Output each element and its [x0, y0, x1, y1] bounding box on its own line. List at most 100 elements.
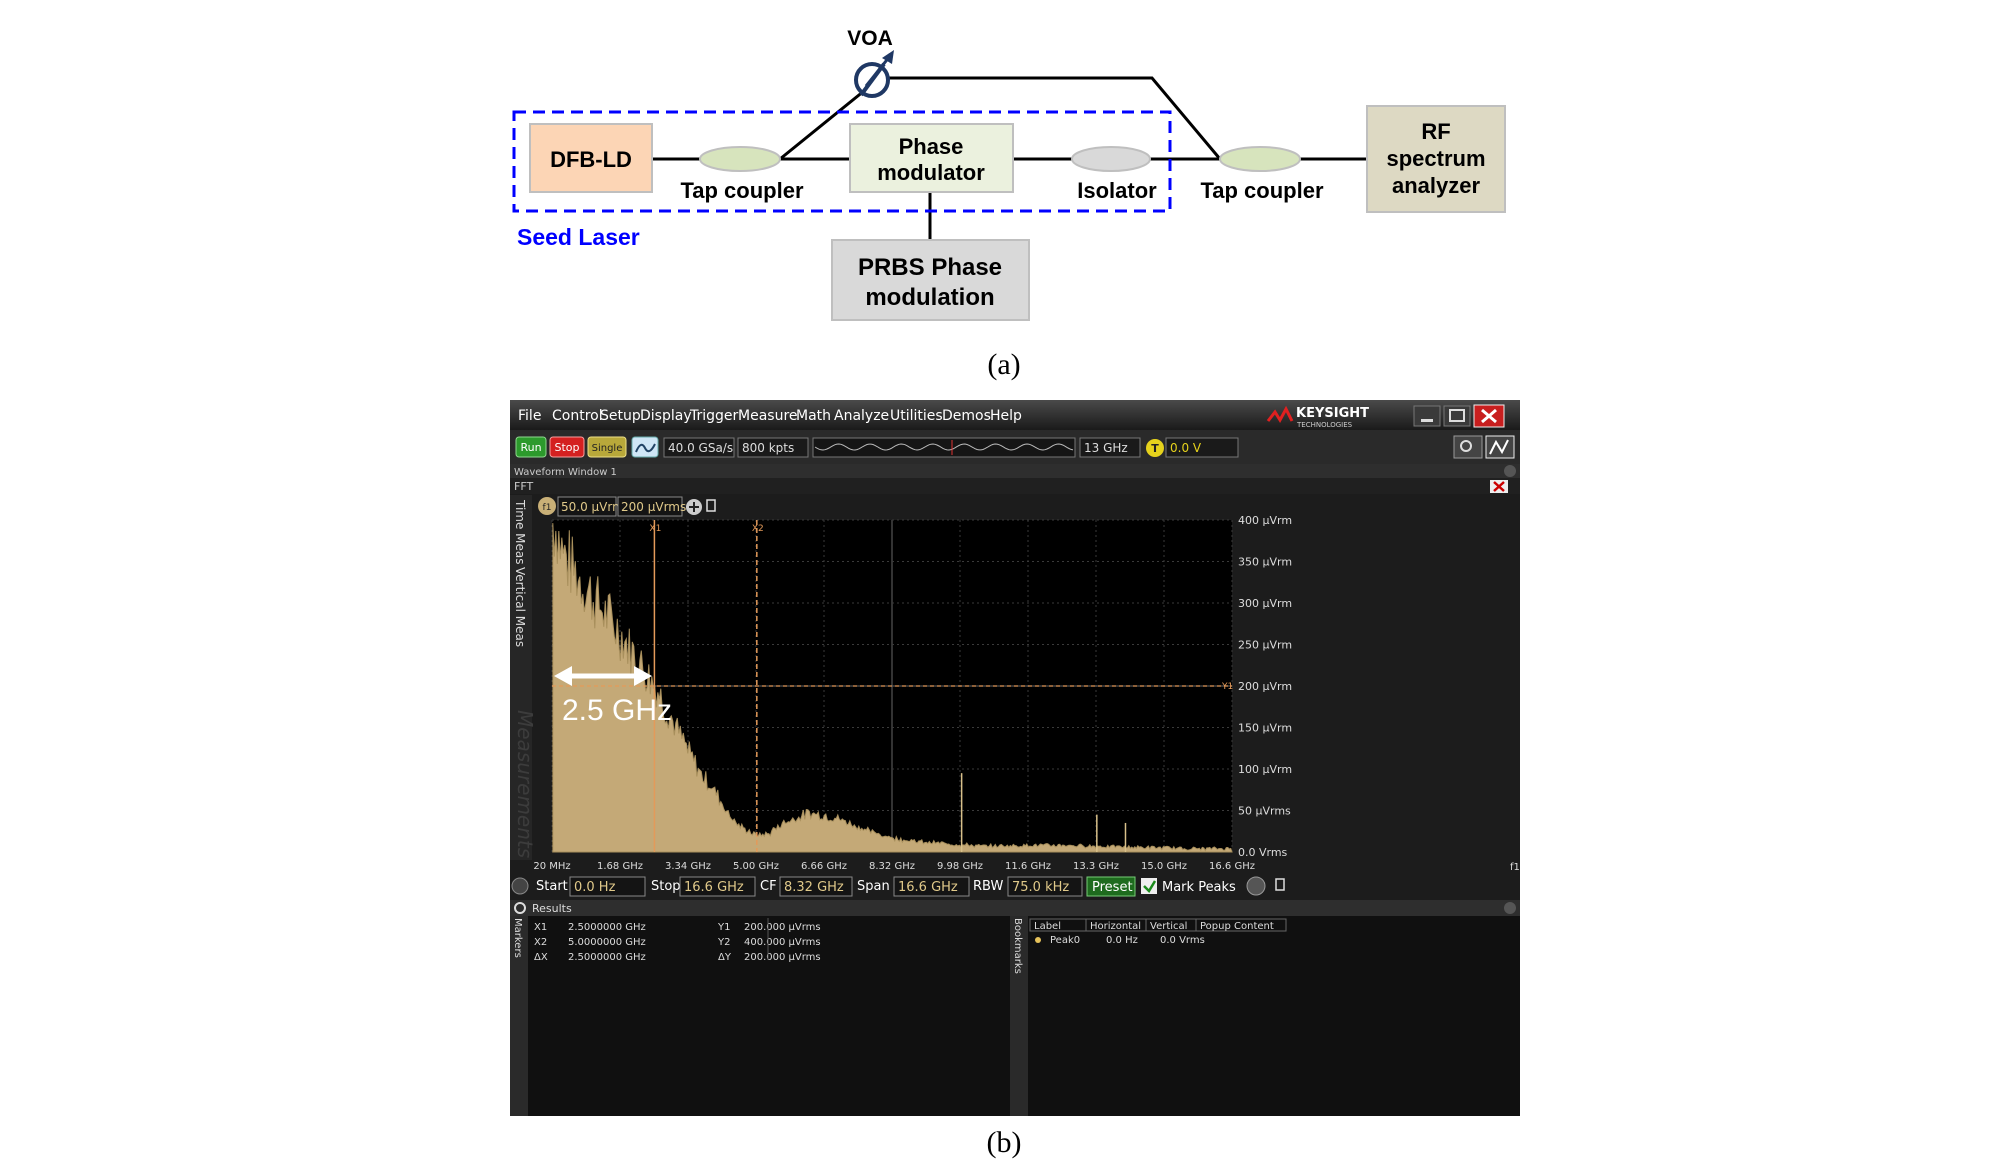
menu-utilities[interactable]: Utilities [890, 408, 943, 424]
y-tick-label: 100 μVrm [1238, 763, 1292, 776]
rbw-label: RBW [973, 879, 1003, 894]
result-value-2: 400.000 μVrms [744, 937, 821, 948]
preset-label: Preset [1092, 880, 1133, 895]
voa-label: VOA [847, 27, 893, 50]
rf-analyzer-label-2: spectrum [1386, 146, 1485, 171]
stop-field[interactable]: 16.6 GHz [679, 876, 756, 897]
stop-button[interactable]: Stop [549, 436, 585, 458]
bandwidth-field[interactable]: 13 GHz [1079, 437, 1141, 458]
x-tick-label: 5.00 GHz [733, 861, 779, 872]
points-field[interactable]: 800 kpts [737, 437, 809, 458]
markers-tab[interactable]: Markers [512, 918, 523, 958]
waveform-overview[interactable] [812, 437, 1076, 458]
oscilloscope-window: File ControlSetup DisplayTrigger MeasureMat… [510, 400, 1520, 1116]
marker-x2-label: X2 [752, 524, 764, 534]
menu-control[interactable]: Control [552, 408, 603, 424]
bookmark-label: Peak0 [1050, 935, 1080, 946]
results-bar [510, 900, 1520, 916]
y-tick-label: 250 μVrm [1238, 639, 1292, 652]
start-label: Start [536, 879, 568, 894]
marker-x1-label: X1 [649, 524, 661, 534]
marker-y1-label: Y1 [1221, 682, 1233, 692]
menu-demos[interactable]: Demos [942, 408, 991, 424]
phase-modulator-label-1: Phase [899, 134, 964, 159]
caption-a: (a) [987, 348, 1020, 381]
menu-math[interactable]: Math [796, 408, 831, 424]
run-button[interactable]: Run [515, 436, 547, 458]
prbs-label-2: modulation [865, 284, 994, 311]
y-tick-label: 200 μVrm [1238, 680, 1292, 693]
minimize-button[interactable] [1413, 405, 1441, 427]
y-tick-label: 300 μVrm [1238, 597, 1292, 610]
zoom-button[interactable] [1453, 435, 1483, 459]
rf-analyzer-label-1: RF [1421, 119, 1450, 144]
tap-coupler-1-label: Tap coupler [680, 178, 803, 203]
bandwidth-value: 13 GHz [1084, 441, 1128, 455]
y-tick-label: 350 μVrm [1238, 556, 1292, 569]
peaks-knob-icon[interactable] [1246, 876, 1266, 896]
trigger-badge[interactable]: T [1146, 439, 1164, 457]
cf-value: 8.32 GHz [784, 880, 844, 895]
menu-file[interactable]: File [518, 408, 541, 424]
result-value: 2.5000000 GHz [568, 952, 646, 963]
vertical-offset-value: 200 μVrms [621, 500, 686, 514]
close-button[interactable] [1473, 404, 1505, 428]
menu-analyze[interactable]: Analyze [834, 408, 889, 424]
caption-b: (b) [986, 1126, 1022, 1159]
bookmark-horizontal: 0.0 Hz [1106, 935, 1138, 946]
menu-setup[interactable]: Setup [600, 408, 641, 424]
side-tab-time-meas[interactable]: Time Meas [513, 499, 527, 565]
channel-scale-badge[interactable]: f1 [538, 497, 556, 515]
bookmarks-tab[interactable]: Bookmarks [1012, 918, 1023, 974]
maximize-button[interactable] [1443, 405, 1471, 427]
result-key-2: ΔY [718, 952, 732, 963]
span-field[interactable]: 16.6 GHz [893, 876, 970, 897]
stop-label: Stop [651, 879, 681, 894]
menu-measure[interactable]: Measure [738, 408, 798, 424]
fft-window-bar [510, 478, 1520, 494]
bandwidth-annotation: 2.5 GHz [562, 694, 672, 727]
vertical-scale-field[interactable]: 50.0 μVrm [557, 496, 624, 517]
tap-coupler-2 [1219, 146, 1301, 172]
waveform-tool-button[interactable] [1485, 435, 1515, 459]
add-channel-button[interactable] [686, 499, 702, 515]
span-value: 16.6 GHz [898, 880, 958, 895]
bookmark-header: Horizontal [1090, 921, 1141, 932]
collapse-icon[interactable] [1504, 465, 1516, 477]
tap-coupler-1 [699, 146, 781, 172]
sample-rate-value: 40.0 GSa/s [668, 441, 733, 455]
mark-peaks-checkbox[interactable] [1141, 878, 1157, 894]
trigger-level-field[interactable]: 0.0 V [1165, 437, 1239, 458]
results-collapse-icon[interactable] [1504, 902, 1516, 914]
y-tick-label: 0.0 Vrms [1238, 846, 1288, 859]
menu-display[interactable]: Display [640, 408, 692, 424]
menu-trigger[interactable]: Trigger [689, 408, 739, 424]
run-label: Run [520, 441, 541, 454]
result-value: 5.0000000 GHz [568, 937, 646, 948]
result-value-2: 200.000 μVrms [744, 952, 821, 963]
rbw-field[interactable]: 75.0 kHz [1007, 876, 1083, 897]
result-value: 2.5000000 GHz [568, 922, 646, 933]
start-field[interactable]: 0.0 Hz [569, 876, 646, 897]
sample-rate-field[interactable]: 40.0 GSa/s [663, 437, 735, 458]
x-tick-label: 3.34 GHz [665, 861, 711, 872]
side-tab-vertical-meas[interactable]: Vertical Meas [513, 567, 527, 647]
vertical-offset-field[interactable]: 200 μVrms [617, 496, 686, 517]
measurements-watermark: Measurements [513, 710, 537, 858]
cf-field[interactable]: 8.32 GHz [779, 876, 853, 897]
rf-analyzer-label-3: analyzer [1392, 173, 1480, 198]
single-button[interactable]: Single [587, 436, 627, 458]
menu-help[interactable]: Help [990, 408, 1022, 424]
expand-left-icon[interactable] [511, 877, 529, 895]
fft-close-button[interactable] [1490, 480, 1508, 493]
voa-attenuator [854, 50, 894, 98]
x-tick-label: 13.3 GHz [1073, 861, 1119, 872]
setup-diagram: VOA DFB-LD Tap coupler Phase modulator I… [512, 27, 1506, 381]
preset-button[interactable]: Preset [1086, 876, 1136, 897]
result-key-2: Y1 [717, 922, 730, 933]
waveform-window-label: Waveform Window 1 [514, 467, 617, 478]
bookmark-row[interactable]: Peak0 0.0 Hz 0.0 Vrms [1035, 935, 1205, 946]
y-tick-label: 400 μVrm [1238, 514, 1292, 527]
autoscale-button[interactable] [631, 436, 659, 458]
x-axis-unit: f1 [1510, 862, 1520, 873]
